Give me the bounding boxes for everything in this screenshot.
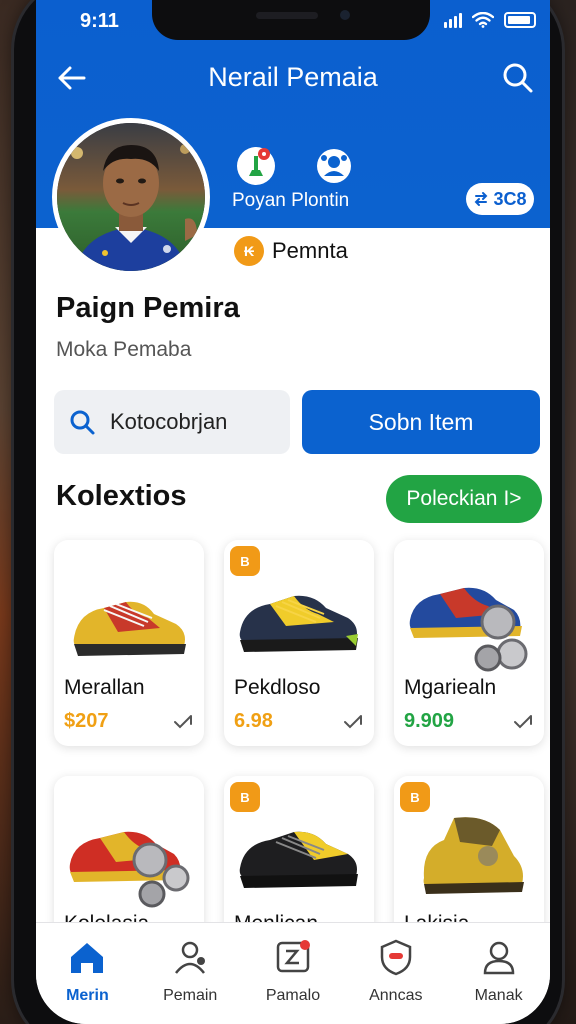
search-input[interactable]: Kotocobrjan [54, 390, 290, 454]
battery-icon [504, 12, 536, 28]
speaker [256, 12, 318, 19]
wallet-icon [276, 940, 310, 973]
collection-card[interactable]: Mgariealn 9.909 [394, 540, 544, 746]
search-input-text: Kotocobrjan [110, 409, 228, 434]
trophy-icon [237, 147, 275, 185]
score-chip-value: 3C8 [493, 188, 527, 209]
player-photo [57, 123, 205, 271]
profile-subtitle: Moka Pemaba [56, 338, 192, 361]
bottom-tab-bar: Merin Pemain Pamalo Anncas Manak [36, 922, 550, 1024]
trend-icon [514, 715, 532, 729]
trend-icon [174, 715, 192, 729]
collection-card[interactable]: B Pekdloso 6.98 [224, 540, 374, 746]
see-collection-button[interactable]: Poleckian I> [386, 475, 542, 523]
search-icon[interactable] [500, 60, 536, 96]
sneaker-navy-yellow-icon [239, 595, 358, 652]
status-icons [444, 12, 536, 28]
rank-label: Pemnta [272, 238, 348, 263]
avatar[interactable] [52, 118, 210, 276]
sneaker-yellow-boot-icon [423, 817, 524, 894]
camera [340, 10, 350, 20]
shield-icon [380, 939, 412, 976]
chevron-right-icon: I> [503, 487, 522, 510]
collection-title: Kolextios [56, 480, 187, 512]
wifi-icon [472, 12, 494, 28]
medal-icon: ₭ [234, 236, 264, 266]
profile-name: Paign Pemira [56, 292, 240, 324]
tab-home[interactable]: Merin [36, 923, 139, 1024]
quick-action-trophy[interactable] [236, 146, 276, 191]
tab-label: Pemain [163, 987, 218, 1004]
app-screen: 9:11 Nerail Pemaia Poyan Plontin 3C8 ₭ P… [36, 0, 550, 1024]
quick-action-team[interactable] [314, 146, 354, 191]
tab-label: Pamalo [265, 987, 321, 1004]
signal-icon [444, 12, 462, 28]
sneaker-black-yellow-icon [239, 831, 358, 888]
item-name: Pekdloso [234, 676, 321, 699]
quick-actions-label: Poyan Plontin [232, 190, 350, 211]
item-price: 9.909 [404, 710, 455, 732]
sneaker-blue-coins-icon [409, 587, 528, 672]
user-icon [483, 941, 514, 975]
sneaker-red-coins-icon [69, 831, 190, 908]
search-icon [70, 410, 95, 435]
sneaker-yellow-red-icon [73, 601, 186, 656]
status-time: 9:11 [80, 10, 119, 32]
rank-row: ₭ Pemnta [234, 236, 348, 266]
tab-wallet[interactable]: Pamalo [242, 923, 345, 1024]
tab-label: Anncas [369, 987, 423, 1004]
top-bar: Nerail Pemaia [36, 56, 550, 100]
home-icon [71, 943, 104, 973]
score-chip[interactable]: 3C8 [466, 183, 534, 215]
app-title: Nerail Pemaia [208, 62, 378, 92]
primary-button[interactable]: Sobn Item [302, 390, 540, 454]
tab-security[interactable]: Anncas [344, 923, 447, 1024]
see-collection-label: Poleckian [406, 487, 498, 510]
exchange-icon [475, 192, 488, 206]
item-name: Merallan [64, 676, 145, 699]
tab-label: Manak [474, 987, 523, 1004]
team-icon [317, 149, 351, 183]
item-name: Mgariealn [404, 676, 497, 699]
item-price: $207 [64, 710, 109, 732]
item-price: 6.98 [234, 710, 273, 732]
tab-label: Merin [66, 987, 109, 1004]
tab-profile[interactable]: Manak [447, 923, 550, 1024]
people-icon [175, 941, 206, 974]
notch [152, 0, 430, 40]
collection-card[interactable]: Merallan $207 [54, 540, 204, 746]
trend-icon [344, 715, 362, 729]
tab-players[interactable]: Pemain [139, 923, 242, 1024]
